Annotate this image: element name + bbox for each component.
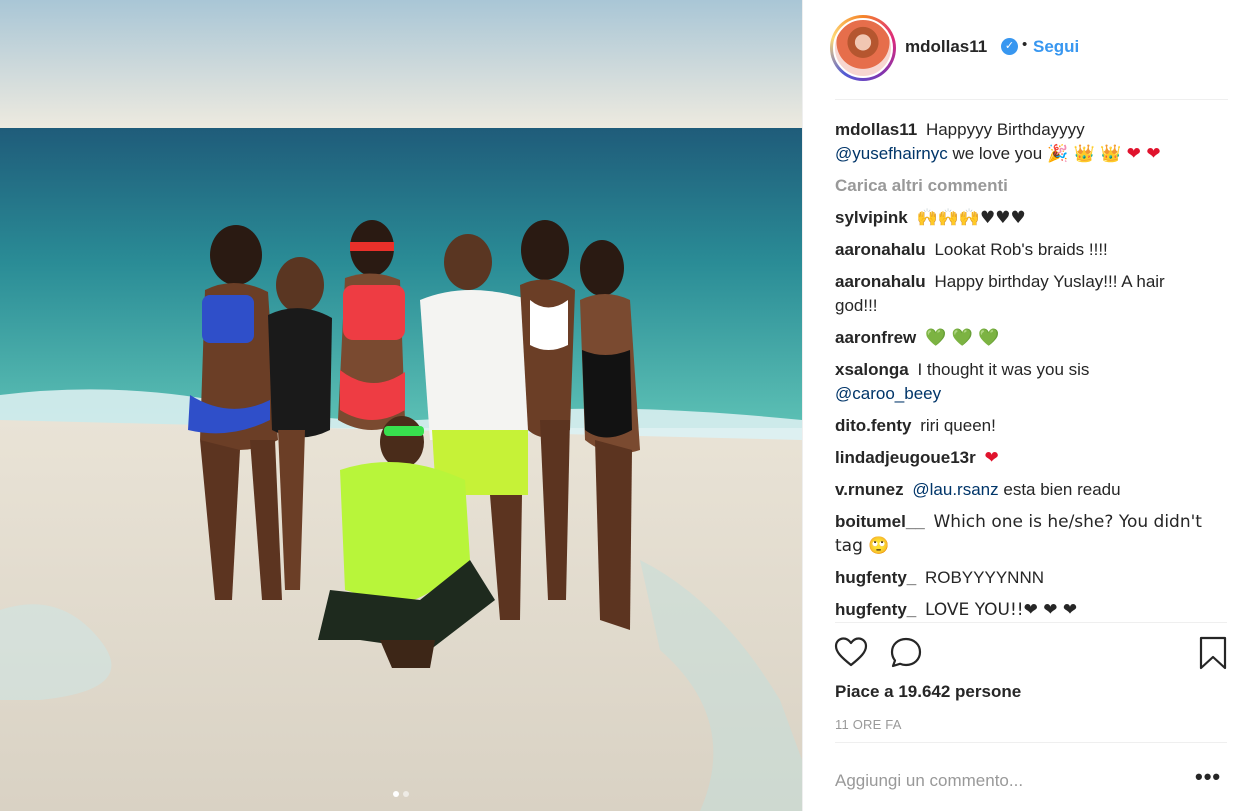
comment-username-link[interactable]: aaronahalu [835, 240, 926, 259]
comment-text: 🙌🙌🙌♥♥♥ [916, 208, 1026, 228]
follow-button[interactable]: Segui [1033, 37, 1079, 57]
carousel-dot-active [393, 791, 399, 797]
comment-bubble-icon [890, 637, 922, 668]
actions-divider [835, 622, 1227, 623]
comment-item: aaronahalu Lookat Rob's braids !!!! [835, 238, 1211, 262]
story-ring[interactable] [830, 15, 896, 81]
likes-count[interactable]: Piace a 19.642 persone [835, 682, 1021, 702]
comment-item: boitumel__ Which one is he/she? You didn… [835, 510, 1211, 558]
caption-emojis: 🎉 👑 👑 ❤ ❤ [1046, 144, 1161, 164]
comments-list[interactable]: mdollas11 Happyyy Birthdayyyy @yusefhair… [835, 118, 1211, 621]
comment-item: lindadjeugoue13r ❤ [835, 446, 1211, 470]
avatar[interactable] [833, 18, 893, 78]
caption-mention-link[interactable]: @yusefhairnyc [835, 144, 948, 163]
comment-item: v.rnunez @lau.rsanz esta bien readu [835, 478, 1211, 502]
comment-item: hugfenty_ LOVE YOU!!❤ ❤ ❤ [835, 598, 1211, 621]
comment-item: sylvipink 🙌🙌🙌♥♥♥ [835, 206, 1211, 230]
load-more-comments-link[interactable]: Carica altri commenti [835, 174, 1211, 198]
comment-mention-link[interactable]: @caroo_beey [835, 384, 941, 403]
comment-username-link[interactable]: v.rnunez [835, 480, 904, 499]
comment-username-link[interactable]: sylvipink [835, 208, 908, 227]
bookmark-icon [1199, 636, 1227, 670]
comment-username-link[interactable]: lindadjeugoue13r [835, 448, 976, 467]
save-button[interactable] [1195, 635, 1231, 671]
comment-text: esta bien readu [1003, 480, 1121, 499]
header-username-link[interactable]: mdollas11 [905, 37, 987, 57]
comment-item: dito.fenty riri queen! [835, 414, 1211, 438]
comment-item: aaronahalu Happy birthday Yuslay!!! A ha… [835, 270, 1211, 318]
comment-text: riri queen! [920, 416, 996, 435]
caption-text: Happyyy Birthdayyyy [925, 120, 1085, 139]
caption-username-link[interactable]: mdollas11 [835, 120, 917, 139]
like-button[interactable] [833, 635, 869, 671]
comment-username-link[interactable]: xsalonga [835, 360, 909, 379]
comment-username-link[interactable]: boitumel__ [835, 512, 925, 531]
comment-text: Lookat Rob's braids !!!! [934, 240, 1108, 259]
post-photo[interactable] [0, 0, 802, 811]
post-caption: mdollas11 Happyyy Birthdayyyy @yusefhair… [835, 118, 1211, 166]
add-comment-input[interactable] [835, 766, 1165, 796]
instagram-post: mdollas11 ✓ • Segui mdollas11 Happyyy Bi… [0, 0, 1235, 811]
comment-text: LOVE YOU!!❤ ❤ ❤ [924, 600, 1078, 620]
heart-outline-icon [834, 637, 868, 667]
comment-mention-link[interactable]: @lau.rsanz [912, 480, 998, 499]
comment-username-link[interactable]: hugfenty_ [835, 568, 916, 587]
comment-button[interactable] [888, 635, 924, 671]
comment-text: 💚 💚 💚 [924, 328, 1000, 348]
post-side-panel: mdollas11 ✓ • Segui mdollas11 Happyyy Bi… [802, 0, 1235, 811]
more-options-icon[interactable]: ••• [1195, 766, 1223, 792]
comment-item: aaronfrew 💚 💚 💚 [835, 326, 1211, 350]
comment-item: xsalonga I thought it was you sis @caroo… [835, 358, 1211, 406]
comment-username-link[interactable]: dito.fenty [835, 416, 912, 435]
comment-username-link[interactable]: aaronahalu [835, 272, 926, 291]
header-separator: • [1022, 36, 1028, 53]
comment-text: I thought it was you sis [917, 360, 1090, 379]
comment-text: ROBYYYYNNN [924, 568, 1044, 587]
caption-text-after: we love you [952, 144, 1043, 163]
carousel-dot [403, 791, 409, 797]
comment-username-link[interactable]: hugfenty_ [835, 600, 916, 619]
beach-photo-image [0, 0, 802, 811]
verified-badge-icon: ✓ [1001, 38, 1018, 55]
header-divider [835, 99, 1228, 100]
comment-item: hugfenty_ ROBYYYYNNN [835, 566, 1211, 590]
post-timestamp[interactable]: 11 ORE FA [835, 717, 902, 732]
comment-username-link[interactable]: aaronfrew [835, 328, 916, 347]
comment-box-divider [835, 742, 1227, 743]
carousel-indicator [0, 791, 802, 797]
comment-text: ❤ [984, 448, 999, 468]
post-header: mdollas11 ✓ • Segui [803, 0, 1235, 100]
